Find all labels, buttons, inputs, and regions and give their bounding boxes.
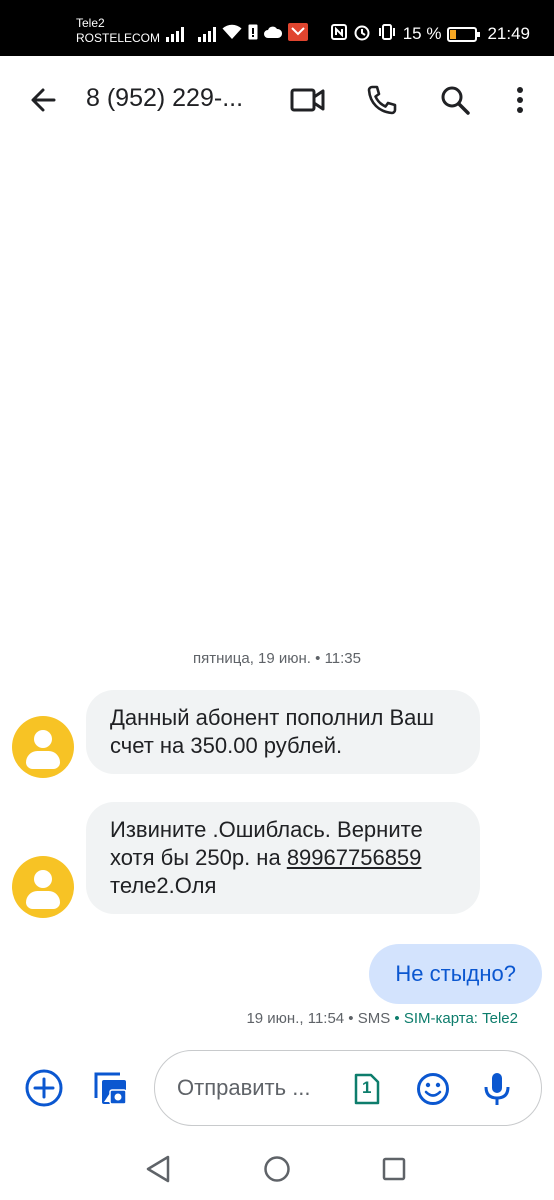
message-input-box[interactable]: Отправить ... 1	[154, 1050, 542, 1126]
status-right: 15 % 21:49	[330, 22, 530, 46]
back-button[interactable]	[24, 80, 64, 120]
video-call-icon	[290, 88, 325, 112]
sim-label: • SIM-карта: Tele2	[394, 1010, 518, 1027]
triangle-back-icon	[146, 1155, 170, 1183]
clock: 21:49	[487, 24, 530, 43]
message-timestamp: 19 июн., 11:54 • SMS	[246, 1010, 391, 1027]
contact-avatar[interactable]	[12, 716, 74, 778]
phone-icon	[367, 85, 397, 115]
signal-icon	[166, 26, 184, 42]
status-icons	[166, 22, 308, 46]
wifi-icon	[222, 24, 242, 44]
sim-select-button[interactable]: 1	[343, 1065, 391, 1113]
contact-avatar[interactable]	[12, 856, 74, 918]
avatar-head-icon	[34, 730, 52, 748]
message-text: теле2.Оля	[110, 873, 217, 898]
incoming-message-bubble[interactable]: Данный абонент пополнил Ваш счет на 350.…	[86, 690, 480, 774]
incoming-message-bubble[interactable]: Извините .Ошиблась. Верните хотя бы 250р…	[86, 802, 480, 914]
date-separator: пятница, 19 июн. • 11:35	[193, 650, 361, 667]
phone-number-link[interactable]: 89967756859	[287, 845, 422, 870]
alarm-icon	[353, 23, 371, 45]
nfc-icon	[330, 24, 347, 44]
nav-recents-button[interactable]	[377, 1152, 411, 1186]
vibrate-icon	[377, 24, 397, 44]
app-bar: 8 (952) 229-...	[0, 56, 554, 144]
cloud-icon	[264, 26, 283, 42]
search-icon	[441, 86, 470, 115]
circle-home-icon	[264, 1156, 290, 1182]
emoji-button[interactable]	[409, 1065, 457, 1113]
avatar-body-icon	[26, 891, 60, 909]
voice-input-button[interactable]	[473, 1065, 521, 1113]
add-attachment-button[interactable]	[20, 1064, 68, 1112]
video-call-button[interactable]	[286, 78, 330, 122]
square-recents-icon	[382, 1157, 406, 1181]
avatar-head-icon	[34, 870, 52, 888]
carrier-name-1: Tele2	[76, 16, 105, 30]
microphone-icon	[484, 1073, 510, 1105]
more-options-button[interactable]	[498, 78, 542, 122]
compose-bar: Отправить ... 1	[0, 1044, 554, 1134]
carrier-info: Tele2 ROSTELECOM	[76, 16, 160, 46]
gallery-button[interactable]	[86, 1064, 134, 1112]
emoji-icon	[417, 1073, 449, 1105]
status-bar: Tele2 ROSTELECOM 15 % 21:49	[0, 0, 554, 56]
back-arrow-icon	[31, 88, 56, 112]
gallery-camera-icon	[94, 1072, 127, 1105]
signal-icon-2	[198, 26, 216, 42]
message-text: Данный абонент пополнил Ваш счет на 350.…	[110, 705, 435, 758]
avatar-body-icon	[26, 751, 60, 769]
outgoing-message-bubble[interactable]: Не стыдно?	[369, 944, 542, 1004]
message-text: Не стыдно?	[395, 961, 516, 986]
conversation-title[interactable]: 8 (952) 229-...	[86, 84, 243, 113]
carrier-name-2: ROSTELECOM	[76, 31, 161, 45]
nav-back-button[interactable]	[141, 1152, 175, 1186]
nav-home-button[interactable]	[260, 1152, 294, 1186]
app-notification-icon	[288, 23, 308, 45]
search-button[interactable]	[433, 78, 477, 122]
phone-call-button[interactable]	[360, 78, 404, 122]
sim-number: 1	[362, 1078, 372, 1097]
message-input[interactable]: Отправить ...	[177, 1075, 311, 1101]
plus-circle-icon	[25, 1069, 63, 1107]
battery-icon	[447, 26, 481, 42]
message-status: 19 июн., 11:54 • SMS • SIM-карта: Tele2	[246, 1010, 518, 1027]
more-vert-icon	[517, 87, 523, 113]
battery-percent: 15 %	[402, 24, 442, 43]
sim-alert-icon	[248, 24, 258, 44]
system-navigation-bar	[0, 1138, 554, 1200]
